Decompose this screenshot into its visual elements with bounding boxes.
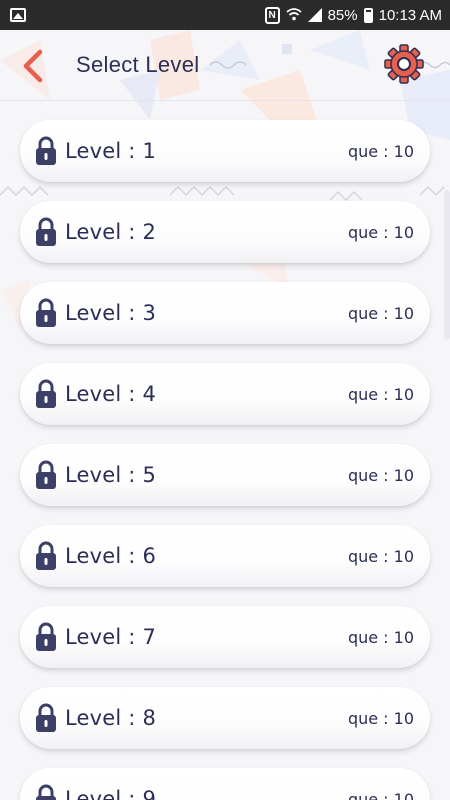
level-label: Level : 6 [65, 544, 157, 568]
level-label: Level : 8 [65, 706, 157, 730]
status-left [10, 8, 26, 22]
level-item-3[interactable]: Level : 3 que : 10 [20, 282, 430, 344]
lock-icon [35, 622, 57, 652]
level-label: Level : 2 [65, 220, 157, 244]
question-count: que : 10 [347, 790, 414, 800]
level-label: Level : 5 [65, 463, 157, 487]
scrollbar[interactable] [444, 190, 450, 340]
gallery-icon [10, 8, 26, 22]
question-count: que : 10 [347, 709, 414, 728]
level-list: Level : 1 que : 10 Level : 2 que : 10 Le… [0, 102, 450, 800]
question-count: que : 10 [347, 628, 414, 647]
app-header: Select Level [0, 30, 450, 102]
status-right: N 85% 10:13 AM [264, 6, 442, 24]
level-label: Level : 3 [65, 301, 157, 325]
level-item-2[interactable]: Level : 2 que : 10 [20, 201, 430, 263]
level-label: Level : 7 [65, 625, 157, 649]
settings-button[interactable] [384, 44, 424, 84]
level-label: Level : 1 [65, 139, 157, 163]
level-item-1[interactable]: Level : 1 que : 10 [20, 120, 430, 182]
lock-icon [35, 298, 57, 328]
signal-icon [307, 8, 322, 22]
gear-icon [384, 44, 424, 84]
chevron-left-icon [23, 49, 43, 83]
level-label: Level : 9 [65, 787, 157, 800]
level-item-8[interactable]: Level : 8 que : 10 [20, 687, 430, 749]
lock-icon [35, 136, 57, 166]
level-item-7[interactable]: Level : 7 que : 10 [20, 606, 430, 668]
level-item-9[interactable]: Level : 9 que : 10 [20, 768, 430, 800]
question-count: que : 10 [347, 223, 414, 242]
battery-percent: 85% [327, 6, 358, 24]
level-item-6[interactable]: Level : 6 que : 10 [20, 525, 430, 587]
lock-icon [35, 217, 57, 247]
question-count: que : 10 [347, 547, 414, 566]
level-item-5[interactable]: Level : 5 que : 10 [20, 444, 430, 506]
lock-icon [35, 541, 57, 571]
wifi-icon [285, 7, 302, 24]
page-title: Select Level [76, 52, 200, 77]
question-count: que : 10 [347, 142, 414, 161]
status-bar: N 85% 10:13 AM [0, 0, 450, 30]
battery-icon [363, 7, 373, 23]
lock-icon [35, 703, 57, 733]
level-item-4[interactable]: Level : 4 que : 10 [20, 363, 430, 425]
question-count: que : 10 [347, 304, 414, 323]
lock-icon [35, 460, 57, 490]
question-count: que : 10 [347, 466, 414, 485]
lock-icon [35, 784, 57, 800]
nfc-icon: N [264, 6, 280, 24]
status-time: 10:13 AM [378, 6, 442, 24]
lock-icon [35, 379, 57, 409]
question-count: que : 10 [347, 385, 414, 404]
level-label: Level : 4 [65, 382, 157, 406]
back-button[interactable] [18, 48, 50, 84]
header-divider [0, 100, 450, 101]
